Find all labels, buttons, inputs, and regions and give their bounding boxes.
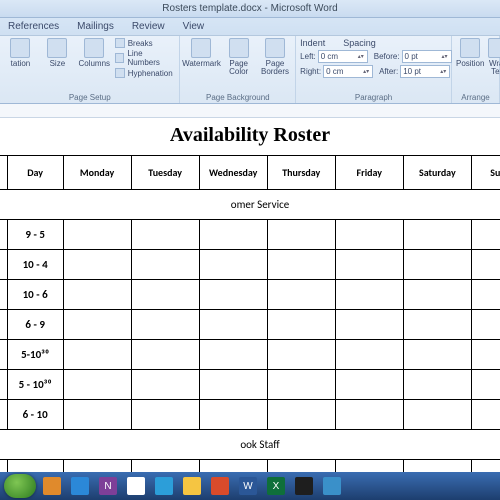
- table-row: 10 - 6: [0, 280, 500, 310]
- table-row: 9 - 5: [0, 220, 500, 250]
- wrap-icon: [488, 38, 500, 58]
- document-area[interactable]: Availability Roster /t Day Monday Tuesda…: [0, 118, 500, 472]
- taskbar: N W X: [0, 472, 500, 500]
- arrange-label: Arrange: [456, 93, 495, 102]
- taskbar-excel[interactable]: X: [264, 475, 288, 497]
- taskbar-app-4[interactable]: [124, 475, 148, 497]
- spacing-label: Spacing: [343, 38, 376, 48]
- table-row: [0, 460, 500, 473]
- group-arrange: Position Wrap Text Bring Forward Send Ba…: [452, 36, 500, 103]
- header-sunday: Sunday: [471, 156, 500, 190]
- paragraph-label: Paragraph: [300, 93, 447, 102]
- watermark-button[interactable]: Watermark: [184, 38, 218, 68]
- breaks-button[interactable]: Breaks: [115, 38, 176, 48]
- table-row: 6 - 9: [0, 310, 500, 340]
- taskbar-app-3[interactable]: N: [96, 475, 120, 497]
- page-borders-button[interactable]: Page Borders: [259, 38, 291, 76]
- columns-button[interactable]: Columns: [78, 38, 111, 68]
- header-day: Day: [7, 156, 63, 190]
- roster-table: /t Day Monday Tuesday Wednesday Thursday…: [0, 155, 500, 472]
- position-icon: [460, 38, 480, 58]
- breaks-icon: [115, 38, 125, 48]
- group-page-setup: tation Size Columns Breaks Line Numbers …: [0, 36, 180, 103]
- line-numbers-icon: [115, 53, 125, 63]
- tab-view[interactable]: View: [183, 21, 205, 32]
- header-tuesday: Tuesday: [131, 156, 199, 190]
- page-title: Availability Roster: [0, 118, 500, 155]
- taskbar-app-2[interactable]: [68, 475, 92, 497]
- indent-right-input[interactable]: 0 cm▴▾: [323, 65, 373, 78]
- table-row: 6 - 10: [0, 400, 500, 430]
- section-cook-staff: ook Staff: [0, 430, 500, 460]
- table-row: 5 - 10³⁰: [0, 370, 500, 400]
- page-color-icon: [229, 38, 249, 58]
- taskbar-app-5[interactable]: [152, 475, 176, 497]
- group-paragraph: Indent Spacing Left:0 cm▴▾ Before:0 pt▴▾…: [296, 36, 452, 103]
- page-setup-label: Page Setup: [4, 93, 175, 102]
- size-icon: [47, 38, 67, 58]
- header-thursday: Thursday: [267, 156, 335, 190]
- header-monday: Monday: [63, 156, 131, 190]
- wrap-text-button[interactable]: Wrap Text: [488, 38, 500, 76]
- indent-label: Indent: [300, 38, 325, 48]
- ruler[interactable]: [0, 104, 500, 118]
- hyphenation-button[interactable]: Hyphenation: [115, 68, 176, 78]
- section-customer-service: omer Service: [0, 190, 500, 220]
- start-button[interactable]: [4, 474, 36, 498]
- spacing-after-input[interactable]: 10 pt▴▾: [400, 65, 450, 78]
- window-title: Rosters template.docx - Microsoft Word: [162, 3, 337, 14]
- table-row: 10 - 4: [0, 250, 500, 280]
- ribbon-tabs: References Mailings Review View: [0, 18, 500, 36]
- header-cut: /t: [0, 156, 7, 190]
- ribbon: tation Size Columns Breaks Line Numbers …: [0, 36, 500, 104]
- taskbar-app-6[interactable]: [180, 475, 204, 497]
- window-titlebar: Rosters template.docx - Microsoft Word: [0, 0, 500, 18]
- table-header-row: /t Day Monday Tuesday Wednesday Thursday…: [0, 156, 500, 190]
- tab-review[interactable]: Review: [132, 21, 165, 32]
- header-friday: Friday: [335, 156, 403, 190]
- columns-icon: [84, 38, 104, 58]
- header-saturday: Saturday: [403, 156, 471, 190]
- taskbar-app-10[interactable]: [292, 475, 316, 497]
- tab-mailings[interactable]: Mailings: [77, 21, 114, 32]
- spacing-before-input[interactable]: 0 pt▴▾: [402, 50, 452, 63]
- header-wednesday: Wednesday: [199, 156, 267, 190]
- orientation-icon: [10, 38, 30, 58]
- taskbar-app-11[interactable]: [320, 475, 344, 497]
- tab-references[interactable]: References: [8, 21, 59, 32]
- hyphenation-icon: [115, 68, 125, 78]
- group-page-background: Watermark Page Color Page Borders Page B…: [180, 36, 296, 103]
- page-color-button[interactable]: Page Color: [222, 38, 254, 76]
- page-background-label: Page Background: [184, 93, 291, 102]
- table-row: t5-10³⁰: [0, 340, 500, 370]
- size-button[interactable]: Size: [41, 38, 74, 68]
- position-button[interactable]: Position: [456, 38, 484, 68]
- taskbar-app-7[interactable]: [208, 475, 232, 497]
- orientation-button[interactable]: tation: [4, 38, 37, 68]
- taskbar-app-1[interactable]: [40, 475, 64, 497]
- taskbar-word[interactable]: W: [236, 475, 260, 497]
- watermark-icon: [191, 38, 211, 58]
- page-borders-icon: [265, 38, 285, 58]
- line-numbers-button[interactable]: Line Numbers: [115, 49, 176, 67]
- indent-left-input[interactable]: 0 cm▴▾: [318, 50, 368, 63]
